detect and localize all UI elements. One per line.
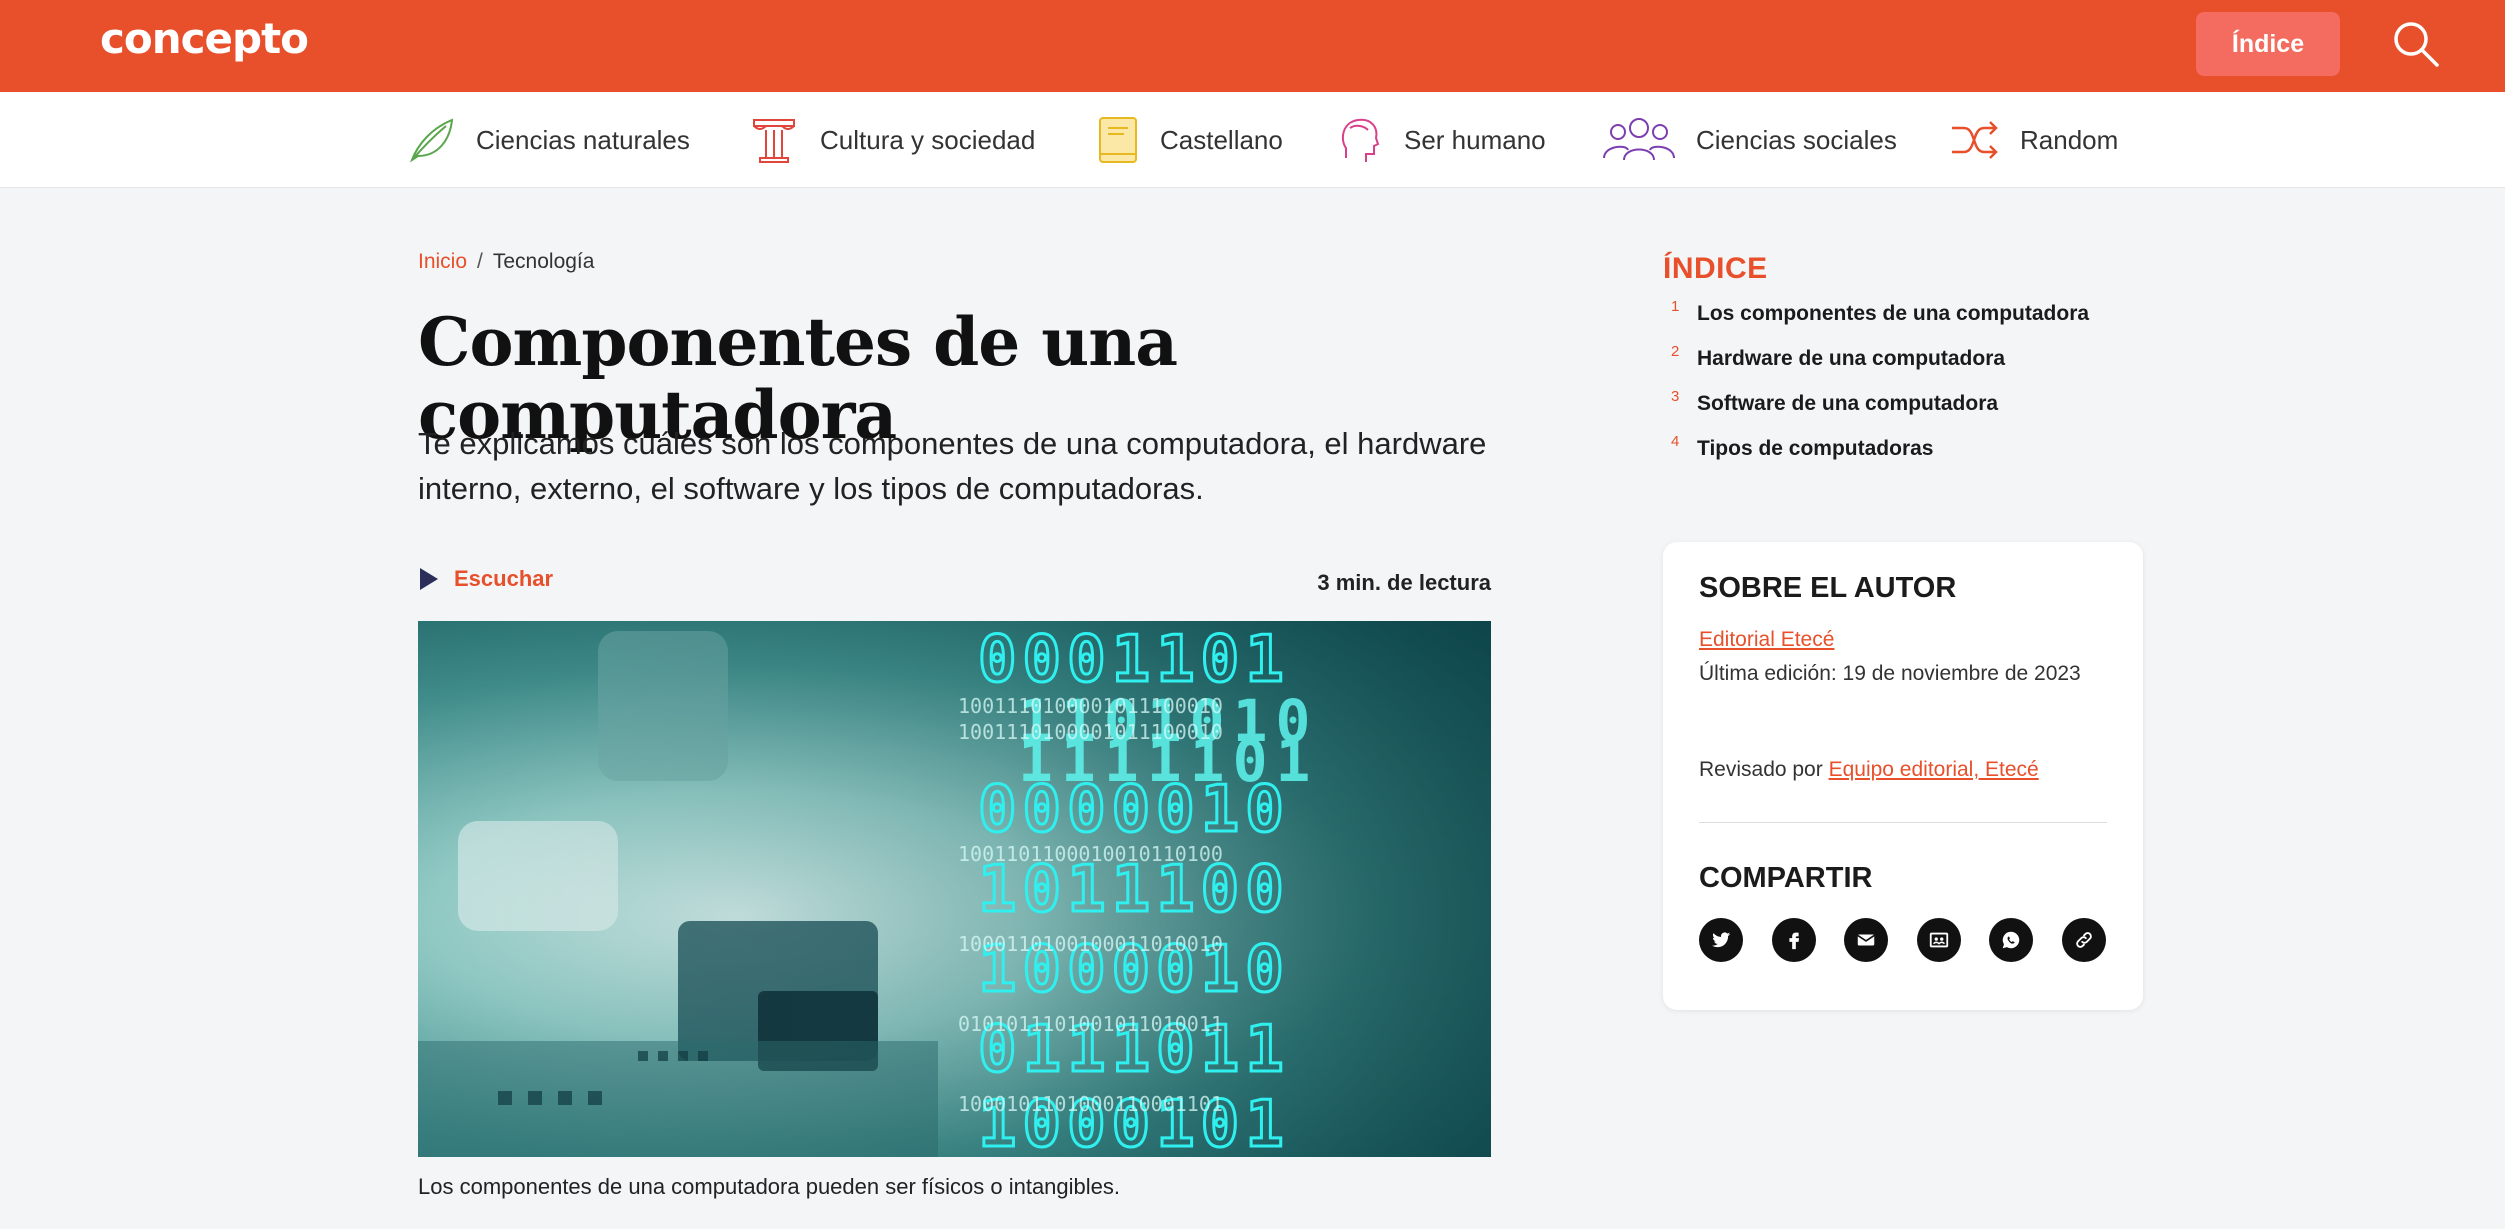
toc-number: 3 [1671, 388, 1680, 405]
svg-text:1001110100001011100010: 1001110100001011100010 [958, 694, 1223, 718]
read-time: 3 min. de lectura [1317, 570, 1491, 595]
svg-text:0101011101001011010011: 0101011101001011010011 [958, 1012, 1223, 1036]
leaf-icon [409, 118, 454, 163]
category-nav: Ciencias naturales Cultura y sociedad Ca… [0, 92, 2505, 188]
category-label: Random [2020, 124, 2119, 155]
category-cultura-y-sociedad[interactable]: Cultura y sociedad [748, 112, 1035, 168]
toc-label: Hardware de una computadora [1697, 347, 2006, 370]
svg-text:1000110100100011010010: 1000110100100011010010 [958, 932, 1223, 956]
svg-text:1001101100010010110100: 1001101100010010110100 [958, 842, 1223, 866]
share-link-button[interactable] [2061, 918, 2106, 962]
head-icon [1341, 118, 1380, 162]
svg-text:1001110100001011100010: 1001110100001011100010 [958, 720, 1223, 744]
toc-number: 2 [1671, 343, 1680, 360]
book-icon [1099, 117, 1137, 163]
twitter-icon [1711, 932, 1731, 948]
search-button[interactable] [2390, 18, 2442, 70]
share-email-button[interactable] [1844, 918, 1888, 962]
category-label: Cultura y sociedad [820, 124, 1036, 155]
category-label: Ciencias sociales [1696, 124, 1897, 155]
play-icon [420, 568, 438, 590]
toc-number: 1 [1671, 298, 1680, 315]
category-ciencias-sociales[interactable]: Ciencias sociales [1602, 112, 1897, 168]
index-title: ÍNDICE [1663, 252, 1768, 285]
share-buttons [1699, 918, 2134, 962]
top-bar: concepto Índice [0, 0, 2505, 92]
toc-item[interactable]: 4 Tipos de computadoras [1663, 433, 2089, 482]
search-icon [2394, 22, 2439, 67]
breadcrumb-home-link[interactable]: Inicio [418, 250, 467, 273]
image-caption: Los componentes de una computadora puede… [418, 1174, 1121, 1199]
facebook-icon [1788, 932, 1799, 950]
breadcrumb-separator: / [477, 250, 483, 273]
toc-item[interactable]: 1 Los componentes de una computadora [1663, 298, 2090, 347]
listen-button[interactable]: Escuchar [418, 566, 553, 592]
email-icon [1857, 934, 1875, 946]
share-classroom-button[interactable] [1916, 918, 1961, 962]
classroom-icon [1929, 932, 1948, 948]
category-castellano[interactable]: Castellano [1096, 112, 1283, 168]
category-ciencias-naturales[interactable]: Ciencias naturales [404, 112, 690, 168]
share-facebook-button[interactable] [1771, 918, 1816, 962]
toc-label: Tipos de computadoras [1697, 437, 1934, 460]
share-whatsapp-button[interactable] [1989, 918, 2033, 962]
shuffle-icon [1952, 121, 1998, 159]
category-label: Ser humano [1404, 124, 1546, 155]
reviewed-prefix: Revisado por [1699, 758, 1823, 781]
index-button[interactable]: Índice [2196, 12, 2340, 76]
people-icon [1603, 118, 1675, 161]
svg-text:1000101101000110001101: 1000101101000110001101 [958, 1092, 1223, 1116]
link-icon [2075, 932, 2092, 948]
breadcrumb: Inicio / Tecnología [418, 250, 594, 274]
author-card: SOBRE EL AUTOR Editorial Etecé Última ed… [1663, 542, 2143, 1010]
toc-label: Software de una computadora [1697, 392, 1999, 415]
toc-label: Los componentes de una computadora [1697, 302, 2090, 325]
share-heading: COMPARTIR [1699, 862, 1873, 894]
breadcrumb-current[interactable]: Tecnología [493, 250, 595, 273]
category-random[interactable]: Random [1948, 112, 2118, 168]
toc-item[interactable]: 3 Software de una computadora [1663, 388, 2089, 437]
last-edit-date: Última edición: 19 de noviembre de 2023 [1699, 662, 2081, 685]
table-of-contents: 1 Los componentes de una computadora 2 Har… [1663, 298, 2090, 482]
article-subtitle: Te explicamos cuáles son los componentes… [418, 426, 1487, 506]
listen-label: Escuchar [454, 566, 554, 591]
share-twitter-button[interactable] [1699, 918, 1743, 962]
category-label: Ciencias naturales [476, 124, 690, 155]
category-ser-humano[interactable]: Ser humano [1336, 112, 1546, 168]
toc-number: 4 [1671, 433, 1680, 450]
whatsapp-icon [2002, 931, 2020, 949]
toc-item[interactable]: 2 Hardware de una computadora [1663, 343, 2089, 392]
author-heading: SOBRE EL AUTOR [1699, 572, 1957, 604]
column-icon [753, 119, 795, 163]
reviewer-link[interactable]: Equipo editorial, Etecé [1829, 758, 2039, 781]
article-hero-image: 0001101 0000010 1011100 1000010 0111011 … [418, 621, 1491, 1157]
author-link[interactable]: Editorial Etecé [1699, 628, 1834, 652]
reviewed-by: Revisado por Equipo editorial, Etecé [1699, 758, 2039, 782]
svg-text:0001101: 0001101 [978, 623, 1290, 697]
divider [1699, 822, 2107, 823]
category-label: Castellano [1160, 124, 1283, 155]
site-logo[interactable]: concepto [100, 14, 309, 63]
